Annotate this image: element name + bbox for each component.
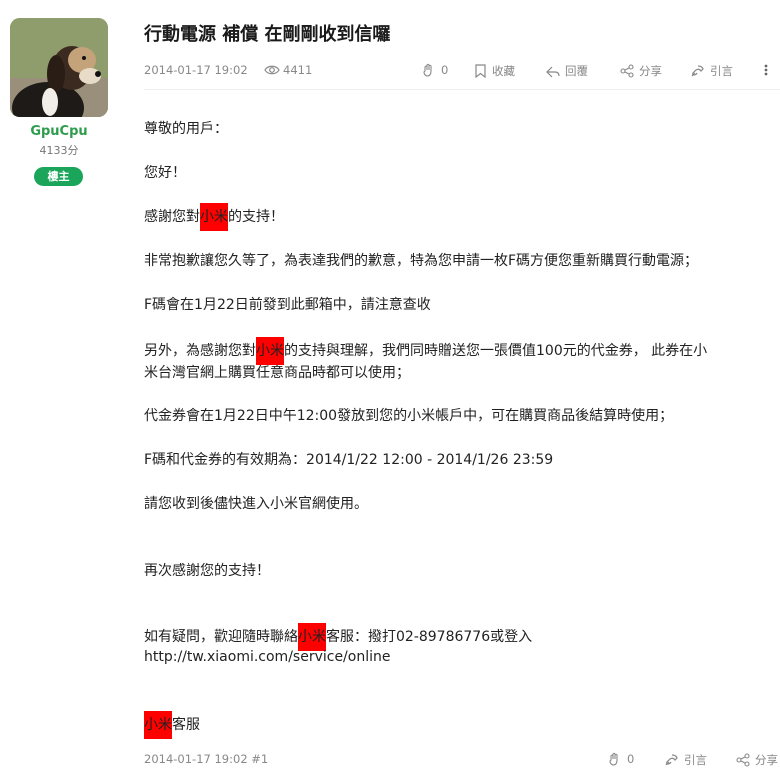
- reply-icon: [546, 66, 560, 78]
- clap-icon: [423, 63, 432, 77]
- collect-button[interactable]: 收藏: [474, 63, 515, 79]
- body-line: 米台灣官網上購買任意商品時都可以使用；: [144, 365, 410, 381]
- body-line: 小米客服: [144, 711, 200, 739]
- body-line: 感謝您對小米的支持！: [144, 203, 284, 231]
- op-badge: 樓主: [34, 167, 83, 186]
- quote-button[interactable]: 引言: [690, 63, 733, 79]
- body-line: 另外，為感謝您對小米的支持與理解，我們同時贈送您一張價值100元的代金券， 此券…: [144, 337, 707, 365]
- post-date: 2014-01-17 19:02: [144, 63, 248, 77]
- body-line: F碼和代金券的有效期為：2014/1/22 12:00 - 2014/1/26 …: [144, 452, 554, 468]
- redacted-highlight: 小米: [298, 623, 326, 651]
- post-title: 行動電源 補償 在剛剛收到信囉: [144, 24, 391, 45]
- body-line: 請您收到後儘快進入小米官網使用。: [144, 496, 368, 512]
- body-line: 再次感謝您的支持！: [144, 563, 270, 579]
- view-count-value: 4411: [283, 63, 313, 77]
- body-line: 如有疑問，歡迎隨時聯絡小米客服：撥打02-89786776或登入: [144, 623, 532, 651]
- divider: [144, 89, 780, 90]
- eye-icon: [264, 65, 280, 75]
- share-button[interactable]: 分享: [620, 63, 662, 79]
- quote-icon: [691, 65, 704, 77]
- more-menu-icon[interactable]: [764, 63, 773, 77]
- avatar[interactable]: [10, 18, 108, 117]
- footer-like-button[interactable]: 0: [608, 752, 634, 766]
- user-points: 4133分: [39, 144, 79, 157]
- body-line: 尊敬的用戶：: [144, 121, 228, 137]
- like-button[interactable]: 0: [422, 63, 448, 77]
- bookmark-icon: [475, 64, 486, 79]
- share-icon: [736, 753, 750, 767]
- username[interactable]: GpuCpu: [0, 124, 118, 139]
- quote-icon: [665, 754, 678, 766]
- post-footer: 2014-01-17 19:02 #1 0 引言 分享: [144, 752, 780, 770]
- redacted-highlight: 小米: [200, 203, 228, 231]
- view-count: 4411: [264, 63, 312, 77]
- clap-icon: [609, 752, 618, 766]
- body-line: 您好！: [144, 165, 186, 181]
- redacted-highlight: 小米: [256, 337, 284, 365]
- support-link[interactable]: http://tw.xiaomi.com/service/online: [144, 649, 390, 665]
- share-icon: [620, 64, 634, 78]
- floor-date: 2014-01-17 19:02 #1: [144, 752, 269, 766]
- body-line: 非常抱歉讓您久等了，為表達我們的歉意，特為您申請一枚F碼方便您重新購買行動電源；: [144, 253, 699, 269]
- footer-share-button[interactable]: 分享: [736, 752, 778, 768]
- reply-button[interactable]: 回覆: [546, 63, 588, 79]
- footer-quote-button[interactable]: 引言: [664, 752, 707, 768]
- body-line: F碼會在1月22日前發到此郵箱中，請注意查收: [144, 297, 431, 313]
- post-meta: 2014-01-17 19:02 4411 0 收藏 回覆 分享 引言: [144, 62, 780, 80]
- redacted-highlight: 小米: [144, 711, 172, 739]
- body-line: 代金券會在1月22日中午12:00發放到您的小米帳戶中，可在購買商品後結算時使用…: [144, 408, 674, 424]
